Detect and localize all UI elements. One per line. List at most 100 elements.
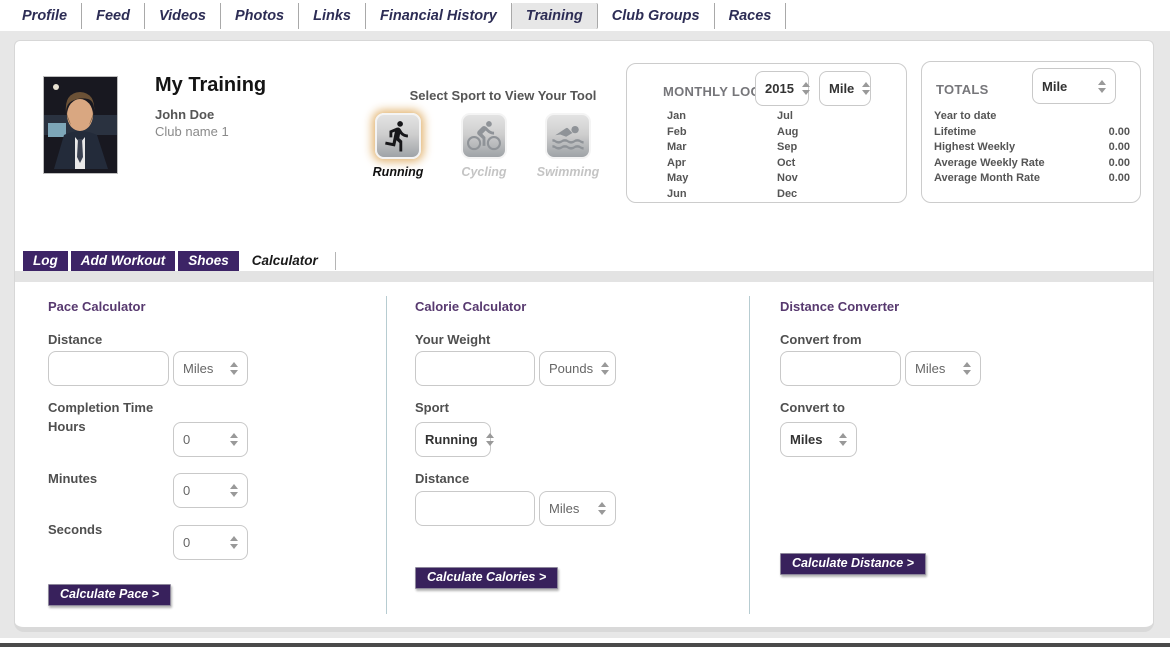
sport-label: Sport: [415, 400, 449, 415]
totals-row-year-to-date: Year to date: [934, 109, 1130, 125]
totals-row-lifetime: Lifetime 0.00: [934, 125, 1130, 141]
avatar: [43, 76, 118, 174]
weight-unit-value: Pounds: [549, 361, 593, 376]
monthly-log-year-select[interactable]: 2015: [755, 71, 809, 106]
totals-rows: Year to date Lifetime 0.00 Highest Weekl…: [934, 109, 1130, 187]
cycling-label: Cycling: [449, 165, 519, 179]
convert-from-unit-select[interactable]: Miles: [905, 351, 981, 386]
totals-unit-select[interactable]: Mile: [1032, 68, 1116, 104]
tab-races[interactable]: Races: [715, 3, 787, 29]
swimming-icon[interactable]: [545, 113, 591, 159]
tab-club-groups-label: Club Groups: [612, 8, 700, 24]
convert-from-input[interactable]: [780, 351, 901, 386]
hours-value: 0: [183, 432, 190, 447]
spinner-arrows-icon: [230, 433, 238, 446]
year-value: 2015: [765, 81, 794, 96]
spinner-arrows-icon: [963, 362, 971, 375]
subtab-shoes[interactable]: Shoes: [178, 251, 239, 271]
training-panel: My Training John Doe Club name 1 Select …: [14, 40, 1154, 632]
calculate-calories-button[interactable]: Calculate Calories >: [415, 567, 558, 589]
weight-input[interactable]: [415, 351, 535, 386]
calculate-distance-button[interactable]: Calculate Distance >: [780, 553, 926, 575]
month-jan: Jan: [667, 109, 688, 125]
avatar-image: [44, 77, 117, 173]
month-jun: Jun: [667, 187, 688, 203]
month-aug: Aug: [777, 125, 798, 141]
tab-club-groups[interactable]: Club Groups: [598, 3, 715, 29]
totals-value: 0.00: [1109, 156, 1130, 172]
calculator-section: Pace Calculator Distance Miles Completio…: [15, 282, 1153, 628]
spinner-arrows-icon: [802, 82, 810, 95]
month-nov: Nov: [777, 171, 798, 187]
totals-label: Year to date: [934, 109, 996, 125]
calorie-distance-label: Distance: [415, 471, 469, 486]
month-oct: Oct: [777, 156, 798, 172]
convert-to-unit-select[interactable]: Miles: [780, 422, 857, 457]
tab-training-label: Training: [526, 8, 583, 24]
month-sep: Sep: [777, 140, 798, 156]
totals-value: 0.00: [1109, 125, 1130, 141]
month-may: May: [667, 171, 688, 187]
section-gap: [15, 271, 1153, 282]
tab-training[interactable]: Training: [512, 3, 598, 29]
tab-races-label: Races: [729, 8, 772, 24]
page-title: My Training: [155, 74, 266, 97]
minutes-label: Minutes: [48, 471, 97, 486]
sport-select[interactable]: Running: [415, 422, 491, 457]
weight-unit-select[interactable]: Pounds: [539, 351, 616, 386]
spinner-arrows-icon: [862, 82, 870, 95]
seconds-label: Seconds: [48, 522, 102, 537]
monthly-log-unit-select[interactable]: Mile: [819, 71, 871, 106]
minutes-select[interactable]: 0: [173, 473, 248, 508]
calculate-pace-button[interactable]: Calculate Pace >: [48, 584, 171, 606]
calorie-distance-input[interactable]: [415, 491, 535, 526]
pace-distance-unit-select[interactable]: Miles: [173, 351, 248, 386]
convert-to-label: Convert to: [780, 400, 845, 415]
minutes-value: 0: [183, 483, 190, 498]
spinner-arrows-icon: [839, 433, 847, 446]
subtab-add-workout[interactable]: Add Workout: [71, 251, 176, 271]
cycling-icon[interactable]: [461, 113, 507, 159]
tab-feed[interactable]: Feed: [82, 3, 145, 29]
subtab-log-label: Log: [33, 253, 58, 268]
calorie-calculator-title: Calorie Calculator: [415, 299, 526, 314]
month-mar: Mar: [667, 140, 688, 156]
pace-distance-input[interactable]: [48, 351, 169, 386]
monthly-log-title: MONTHLY LOG: [663, 84, 761, 99]
months-column-2: Jul Aug Sep Oct Nov Dec: [777, 109, 798, 202]
subtab-calculator-label: Calculator: [252, 253, 318, 268]
sub-tab-bar: Log Add Workout Shoes Calculator: [23, 251, 336, 271]
hours-select[interactable]: 0: [173, 422, 248, 457]
subtab-add-workout-label: Add Workout: [81, 253, 166, 268]
tab-photos-label: Photos: [235, 8, 284, 24]
subtab-calculator[interactable]: Calculator: [242, 251, 328, 271]
spinner-arrows-icon: [230, 536, 238, 549]
subtab-log[interactable]: Log: [23, 251, 68, 271]
seconds-value: 0: [183, 535, 190, 550]
totals-label: Lifetime: [934, 125, 976, 141]
tab-links[interactable]: Links: [299, 3, 366, 29]
swimmer-glyph: [551, 119, 585, 153]
column-divider: [749, 296, 750, 614]
sport-value: Running: [425, 432, 478, 447]
convert-from-unit-value: Miles: [915, 361, 945, 376]
swimming-label: Swimming: [533, 165, 603, 179]
month-feb: Feb: [667, 125, 688, 141]
tab-videos[interactable]: Videos: [145, 3, 221, 29]
tab-feed-label: Feed: [96, 8, 130, 24]
pace-distance-label: Distance: [48, 332, 102, 347]
month-apr: Apr: [667, 156, 688, 172]
spinner-arrows-icon: [230, 362, 238, 375]
seconds-select[interactable]: 0: [173, 525, 248, 560]
running-icon[interactable]: [375, 113, 421, 159]
month-jul: Jul: [777, 109, 798, 125]
monthly-log-box: MONTHLY LOG 2015 Mile Jan Feb Mar Apr Ma…: [626, 63, 907, 203]
totals-row-average-month-rate: Average Month Rate 0.00: [934, 171, 1130, 187]
tab-profile[interactable]: Profile: [8, 3, 82, 29]
tab-links-label: Links: [313, 8, 351, 24]
cyclist-glyph: [467, 119, 501, 153]
tab-photos[interactable]: Photos: [221, 3, 299, 29]
select-sport-label: Select Sport to View Your Tool: [383, 88, 623, 103]
tab-financial-history[interactable]: Financial History: [366, 3, 512, 29]
calorie-distance-unit-select[interactable]: Miles: [539, 491, 616, 526]
